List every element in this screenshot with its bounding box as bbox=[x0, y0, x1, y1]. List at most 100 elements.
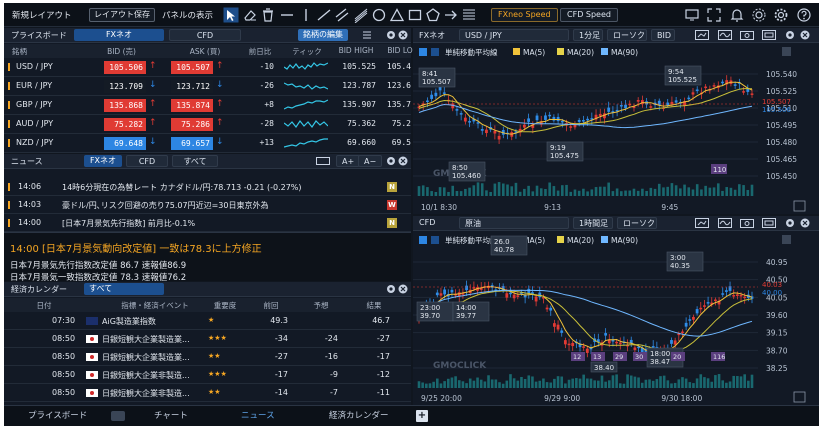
monitor-icon[interactable] bbox=[684, 7, 700, 23]
arrow-tool-icon[interactable] bbox=[443, 7, 459, 23]
close-icon[interactable] bbox=[800, 218, 810, 228]
news-item[interactable]: 14:00 [日本7月景気先行指数] 前月比-0.1% N bbox=[4, 214, 411, 232]
camera-icon[interactable] bbox=[740, 30, 754, 40]
chart2-interval-select[interactable]: 1時間足 bbox=[573, 217, 613, 229]
chart1-type-select[interactable]: ローソク bbox=[607, 29, 647, 41]
panel-settings-icon[interactable] bbox=[785, 218, 795, 228]
tab-fxneo[interactable]: FXネオ bbox=[74, 29, 164, 41]
column-header[interactable]: 日付 bbox=[24, 300, 64, 311]
column-header[interactable]: BID (売) bbox=[79, 46, 164, 57]
trash-icon[interactable] bbox=[260, 7, 276, 23]
column-header[interactable]: BID HIGH bbox=[334, 46, 378, 55]
close-icon[interactable] bbox=[398, 30, 408, 40]
bottom-tab-chart[interactable]: チャート bbox=[154, 407, 188, 426]
settings-sliders-icon[interactable] bbox=[751, 7, 767, 23]
column-header[interactable]: 前回 bbox=[256, 300, 286, 311]
panel-display-button[interactable]: パネルの表示 bbox=[162, 9, 213, 21]
add-tab-button[interactable]: + bbox=[416, 410, 428, 422]
bid-price[interactable]: 105.506 bbox=[104, 61, 146, 74]
news-tab-all[interactable]: すべて bbox=[172, 155, 218, 167]
legend-expand-icon[interactable] bbox=[431, 48, 439, 56]
close-icon[interactable] bbox=[398, 284, 408, 294]
chart1-symbol-select[interactable]: USD / JPY bbox=[459, 29, 569, 41]
bottom-tab-price-board[interactable]: プライスボード bbox=[28, 407, 87, 426]
scale-settings-icon[interactable] bbox=[782, 47, 791, 56]
zoom-reset-icon[interactable] bbox=[793, 200, 806, 212]
bottom-tab-economic-calendar[interactable]: 経済カレンダー bbox=[329, 407, 389, 426]
price-row[interactable]: USD / JPY 105.506 ↑ 105.507 ↑ -10 105.525 105.4 bbox=[4, 58, 411, 77]
legend-toggle-icon[interactable] bbox=[419, 236, 427, 244]
price-row[interactable]: GBP / JPY 135.868 ↑ 135.874 ↑ +8 135.907 135.7 bbox=[4, 96, 411, 115]
list-icon[interactable] bbox=[362, 30, 372, 40]
rectangle-tool-icon[interactable] bbox=[407, 7, 423, 23]
calendar-row[interactable]: 08:50 日銀短観大企業製造業... ★★★ -34 -24 -27 bbox=[4, 330, 411, 348]
calendar-row[interactable]: 07:30 AiG製造業指数 ★ 49.3 46.7 bbox=[4, 312, 411, 330]
bid-price[interactable]: 69.648 bbox=[104, 137, 146, 150]
ask-price[interactable]: 123.712 bbox=[171, 80, 213, 93]
column-header[interactable]: ASK (買) bbox=[166, 46, 244, 57]
horizontal-line-icon[interactable] bbox=[279, 7, 295, 23]
bell-icon[interactable] bbox=[729, 7, 745, 23]
column-header[interactable]: 前日比 bbox=[242, 46, 278, 57]
news-item[interactable]: 14:03 豪ドル/円､リスク回避の売り75.07円近辺=30日東京外為 W bbox=[4, 196, 411, 214]
calendar-row[interactable]: 08:50 日銀短観大企業非製造... ★★ -14 -7 -11 bbox=[4, 384, 411, 402]
ask-price[interactable]: 69.657 bbox=[171, 137, 213, 150]
chart1-side-select[interactable]: BID bbox=[651, 29, 675, 41]
cursor-icon[interactable] bbox=[223, 7, 239, 23]
close-icon[interactable] bbox=[398, 156, 408, 166]
font-size-up-button[interactable]: A+ bbox=[336, 155, 361, 167]
vertical-line-icon[interactable] bbox=[298, 7, 314, 23]
panel-settings-icon[interactable] bbox=[785, 30, 795, 40]
bottom-tab-news[interactable]: ニュース bbox=[241, 407, 275, 426]
bid-price[interactable]: 75.282 bbox=[104, 118, 146, 131]
parallel-lines-icon[interactable] bbox=[334, 7, 350, 23]
fxneo-speed-button[interactable]: FXneo Speed bbox=[491, 8, 558, 22]
fullscreen-icon[interactable] bbox=[706, 7, 722, 23]
calendar-filter-all[interactable]: すべて bbox=[84, 283, 164, 295]
close-icon[interactable] bbox=[800, 30, 810, 40]
help-icon[interactable] bbox=[796, 7, 812, 23]
new-layout-button[interactable]: 新規レイアウト bbox=[12, 9, 72, 21]
chart-add-icon[interactable] bbox=[695, 30, 709, 40]
indicator-icon[interactable] bbox=[718, 218, 732, 228]
fibonacci-tool-icon[interactable] bbox=[461, 7, 477, 23]
legend-toggle-icon[interactable] bbox=[419, 48, 427, 56]
panel-settings-icon[interactable] bbox=[386, 30, 396, 40]
save-layout-button[interactable]: レイアウト保存 bbox=[89, 8, 155, 22]
calendar-row[interactable]: 08:50 日銀短観大企業非製造... ★★★ -17 -9 -12 bbox=[4, 366, 411, 384]
price-row[interactable]: NZD / JPY 69.648 ↓ 69.657 ↓ +13 69.660 69.5 bbox=[4, 134, 411, 153]
font-size-down-button[interactable]: A− bbox=[358, 155, 383, 167]
column-header[interactable]: 重要度 bbox=[200, 300, 250, 311]
chart2-symbol-select[interactable]: 原油 bbox=[459, 217, 569, 229]
ask-price[interactable]: 105.507 bbox=[171, 61, 213, 74]
column-header[interactable]: ティック bbox=[282, 46, 332, 57]
edit-symbols-button[interactable]: 銘柄の編集 bbox=[298, 29, 348, 41]
news-item[interactable]: 14:06 14時6分現在の為替レート カナダドル/円:78.713 -0.21 … bbox=[4, 178, 411, 196]
tab-cfd[interactable]: CFD bbox=[169, 29, 241, 41]
keyboard-icon[interactable] bbox=[316, 156, 330, 166]
trend-line-icon[interactable] bbox=[316, 7, 332, 23]
zoom-reset-icon[interactable] bbox=[793, 391, 806, 403]
column-header[interactable]: 予想 bbox=[304, 300, 338, 311]
bid-price[interactable]: 135.868 bbox=[104, 99, 146, 112]
chart1-canvas[interactable]: 単純移動平均線 MA(5) MA(20) MA(90) 105.540 105.525 10… bbox=[413, 44, 819, 214]
news-tab-cfd[interactable]: CFD bbox=[126, 155, 168, 167]
triangle-tool-icon[interactable] bbox=[389, 7, 405, 23]
channel-icon[interactable] bbox=[353, 7, 369, 23]
panel-settings-icon[interactable] bbox=[386, 284, 396, 294]
price-row[interactable]: EUR / JPY 123.709 ↓ 123.712 ↓ -26 123.787 123.6 bbox=[4, 77, 411, 96]
chart1-interval-select[interactable]: 1分足 bbox=[573, 29, 603, 41]
column-header[interactable]: 銘柄 bbox=[12, 46, 64, 57]
camera-icon[interactable] bbox=[740, 218, 754, 228]
pentagon-tool-icon[interactable] bbox=[425, 7, 441, 23]
gear-icon[interactable] bbox=[773, 7, 789, 23]
indicator-icon[interactable] bbox=[718, 30, 732, 40]
chart2-canvas[interactable]: 単純移動平均線 MA(5) MA(20) MA(90)40.9540.5040.053… bbox=[413, 232, 819, 405]
chart-add-icon[interactable] bbox=[695, 218, 709, 228]
news-tab-fxneo[interactable]: FXネオ bbox=[84, 155, 122, 167]
column-header[interactable]: 結果 bbox=[354, 300, 394, 311]
panel-settings-icon[interactable] bbox=[386, 156, 396, 166]
legend-expand-icon[interactable] bbox=[431, 236, 439, 244]
eraser-icon[interactable] bbox=[242, 7, 258, 23]
scale-settings-icon[interactable] bbox=[782, 235, 791, 244]
